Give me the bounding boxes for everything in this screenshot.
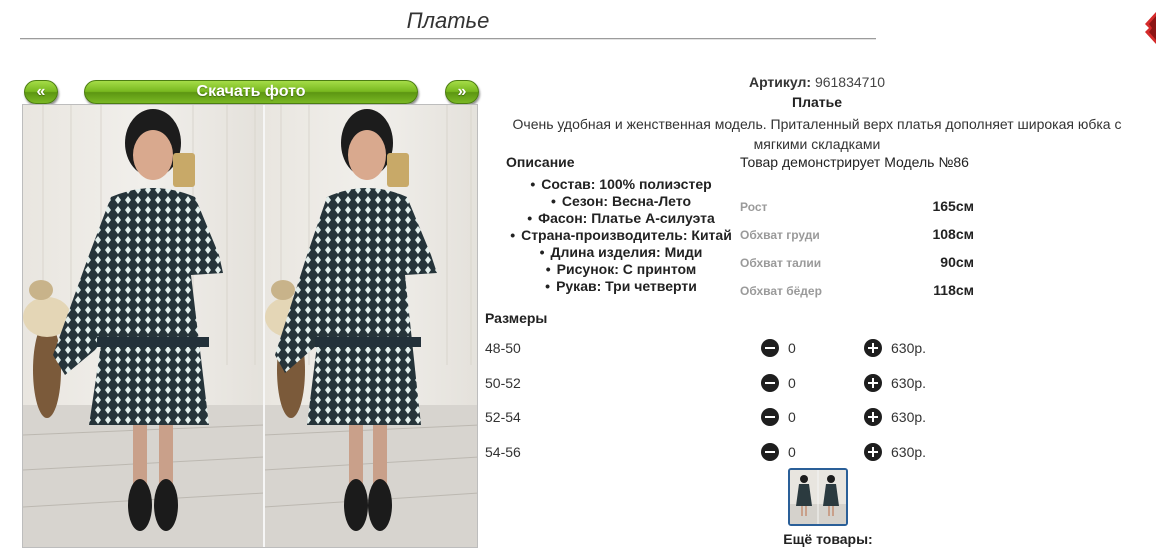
- photo-right-half: [263, 105, 477, 547]
- spec-item: Фасон: Платье А-силуэта: [486, 210, 756, 227]
- specs-heading: Описание: [506, 154, 575, 170]
- size-label: 48-50: [485, 340, 521, 356]
- corner-badge-icon: [1145, 12, 1156, 44]
- size-row: 54-56 0 630р.: [485, 441, 955, 465]
- spec-item: Сезон: Весна-Лето: [486, 193, 756, 210]
- measurement-label: Обхват груди: [740, 228, 820, 242]
- price-value: 630р.: [891, 444, 927, 460]
- prev-photo-button[interactable]: «: [24, 80, 58, 104]
- measurement-row-hips: Обхват бёдер 118см: [740, 280, 974, 300]
- size-row: 48-50 0 630р.: [485, 337, 955, 361]
- title-divider: [20, 38, 876, 40]
- measurement-value: 90см: [940, 254, 974, 270]
- quantity-value: 0: [788, 375, 796, 391]
- measurement-label: Обхват бёдер: [740, 284, 822, 298]
- download-photo-button[interactable]: Скачать фото: [84, 80, 418, 104]
- article-value: 961834710: [814, 74, 886, 90]
- price-value: 630р.: [891, 409, 927, 425]
- decrease-quantity-button[interactable]: [761, 374, 779, 392]
- quantity-value: 0: [788, 444, 796, 460]
- price-value: 630р.: [891, 375, 927, 391]
- measurement-row-chest: Обхват груди 108см: [740, 224, 974, 244]
- measurement-value: 108см: [932, 226, 974, 242]
- next-photo-button[interactable]: »: [445, 80, 479, 104]
- spec-item: Рисунок: С принтом: [486, 261, 756, 278]
- photo-thumbnail[interactable]: [788, 468, 848, 526]
- size-label: 52-54: [485, 409, 521, 425]
- measurement-value: 118см: [933, 282, 974, 298]
- page-title: Платье: [406, 8, 490, 33]
- article-number: Артикул: 961834710: [486, 74, 1148, 90]
- decrease-quantity-button[interactable]: [761, 408, 779, 426]
- measurement-label: Обхват талии: [740, 256, 822, 270]
- increase-quantity-button[interactable]: [864, 443, 882, 461]
- decrease-quantity-button[interactable]: [761, 443, 779, 461]
- size-row: 52-54 0 630р.: [485, 406, 955, 430]
- sizes-heading: Размеры: [485, 310, 548, 326]
- spec-item: Страна-производитель: Китай: [486, 227, 756, 244]
- price-value: 630р.: [891, 340, 927, 356]
- increase-quantity-button[interactable]: [864, 408, 882, 426]
- size-label: 54-56: [485, 444, 521, 460]
- spec-list: Состав: 100% полиэстер Сезон: Весна-Лето…: [486, 176, 756, 295]
- measurement-label: Рост: [740, 200, 768, 214]
- quantity-value: 0: [788, 340, 796, 356]
- measurement-row-waist: Обхват талии 90см: [740, 252, 974, 272]
- size-row: 50-52 0 630р.: [485, 372, 955, 396]
- increase-quantity-button[interactable]: [864, 339, 882, 357]
- spec-item: Рукав: Три четверти: [486, 278, 756, 295]
- product-page: Платье « Скачать фото » Артикул: 9618347…: [0, 0, 1156, 548]
- product-name: Платье: [792, 94, 842, 110]
- size-label: 50-52: [485, 375, 521, 391]
- measurement-row-height: Рост 165см: [740, 196, 974, 216]
- photo-left-half: [23, 105, 265, 547]
- product-description: Очень удобная и женственная модель. Прит…: [512, 116, 1122, 152]
- measurement-value: 165см: [932, 198, 974, 214]
- decrease-quantity-button[interactable]: [761, 339, 779, 357]
- product-photo[interactable]: [22, 104, 478, 548]
- model-note: Товар демонстрирует Модель №86: [740, 154, 969, 170]
- article-label: Артикул:: [748, 74, 812, 90]
- quantity-value: 0: [788, 409, 796, 425]
- spec-item: Состав: 100% полиэстер: [486, 176, 756, 193]
- increase-quantity-button[interactable]: [864, 374, 882, 392]
- more-products-heading: Ещё товары:: [783, 531, 873, 547]
- spec-item: Длина изделия: Миди: [486, 244, 756, 261]
